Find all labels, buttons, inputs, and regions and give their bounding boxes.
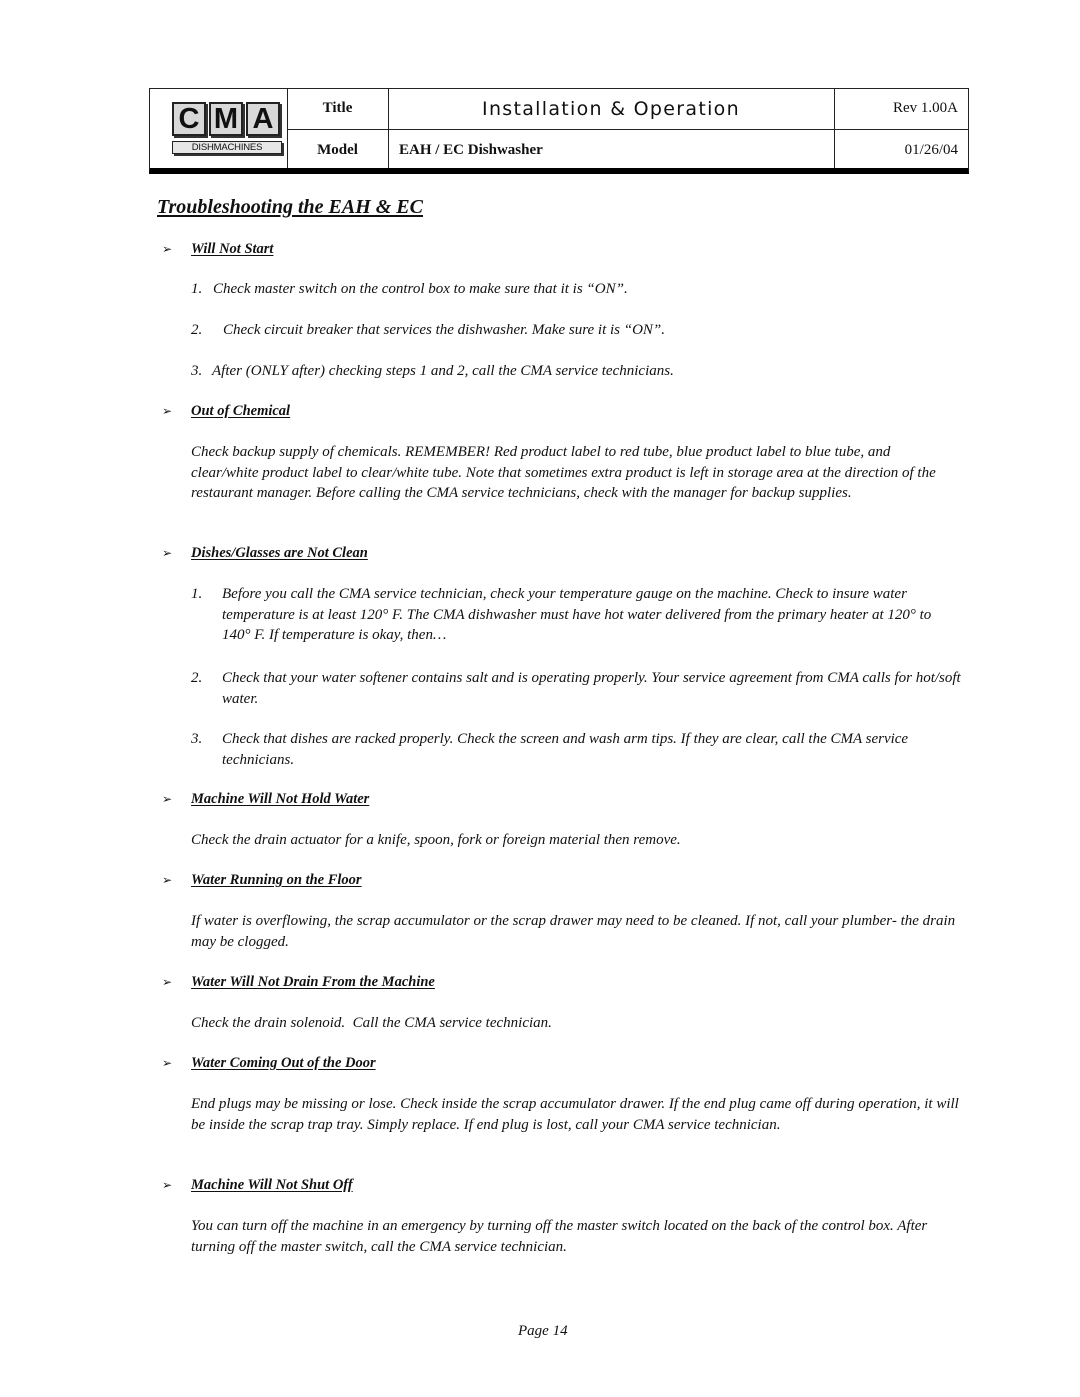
paragraph: You can turn off the machine in an emerg… bbox=[191, 1218, 928, 1255]
arrow-bullet-icon: ➢ bbox=[162, 792, 173, 806]
section-heading: Machine Will Not Hold Water bbox=[191, 791, 370, 807]
list-item: Check that dishes are racked properly. C… bbox=[222, 731, 909, 768]
arrow-bullet-icon: ➢ bbox=[162, 873, 173, 887]
arrow-bullet-icon: ➢ bbox=[162, 242, 173, 256]
arrow-bullet-icon: ➢ bbox=[162, 1178, 173, 1192]
paragraph: If water is overflowing, the scrap accum… bbox=[191, 913, 956, 950]
section-heading: Out of Chemical bbox=[191, 403, 291, 419]
list-item: Check circuit breaker that services the … bbox=[223, 322, 666, 338]
section-heading: Water Will Not Drain From the Machine bbox=[191, 974, 435, 990]
logo-subtitle: DISHMACHINES bbox=[172, 141, 282, 154]
document-header: C M A DISHMACHINES Title Model Installat… bbox=[149, 88, 969, 174]
item-number: 3. bbox=[191, 363, 203, 379]
item-number: 2. bbox=[191, 670, 203, 686]
logo-letter: A bbox=[246, 102, 280, 136]
item-number: 2. bbox=[191, 322, 203, 338]
section-heading: Water Coming Out of the Door bbox=[191, 1055, 376, 1071]
logo-letter: M bbox=[209, 102, 243, 136]
list-item: After (ONLY after) checking steps 1 and … bbox=[212, 363, 674, 379]
model-label: Model bbox=[317, 142, 358, 158]
document-title: Installation & Operation bbox=[482, 98, 740, 120]
arrow-bullet-icon: ➢ bbox=[162, 1056, 173, 1070]
section-heading: Water Running on the Floor bbox=[191, 872, 362, 888]
revision-date: 01/26/04 bbox=[904, 142, 958, 158]
arrow-bullet-icon: ➢ bbox=[162, 546, 173, 560]
arrow-bullet-icon: ➢ bbox=[162, 404, 173, 418]
item-number: 1. bbox=[191, 586, 203, 602]
revision: Rev 1.00A bbox=[893, 100, 958, 116]
list-item: Check master switch on the control box t… bbox=[213, 281, 628, 297]
section-heading: Will Not Start bbox=[191, 241, 274, 257]
model-value: EAH / EC Dishwasher bbox=[399, 142, 543, 158]
title-label: Title bbox=[322, 100, 353, 116]
page-number: Page 14 bbox=[518, 1323, 568, 1339]
paragraph: Check backup supply of chemicals. REMEMB… bbox=[191, 444, 936, 501]
list-item: Before you call the CMA service technici… bbox=[222, 586, 932, 643]
item-number: 3. bbox=[191, 731, 203, 747]
logo-letter: C bbox=[172, 102, 206, 136]
section-title: Troubleshooting the EAH & EC bbox=[157, 196, 423, 218]
header-divider bbox=[287, 129, 968, 130]
cma-logo: C M A DISHMACHINES bbox=[172, 102, 284, 158]
arrow-bullet-icon: ➢ bbox=[162, 975, 173, 989]
list-item: Check that your water softener contains … bbox=[222, 670, 961, 707]
paragraph: End plugs may be missing or lose. Check … bbox=[191, 1096, 959, 1133]
paragraph: Check the drain solenoid. Call the CMA s… bbox=[191, 1015, 552, 1031]
section-heading: Dishes/Glasses are Not Clean bbox=[191, 545, 368, 561]
paragraph: Check the drain actuator for a knife, sp… bbox=[191, 832, 681, 848]
item-number: 1. bbox=[191, 281, 203, 297]
section-heading: Machine Will Not Shut Off bbox=[191, 1177, 353, 1193]
